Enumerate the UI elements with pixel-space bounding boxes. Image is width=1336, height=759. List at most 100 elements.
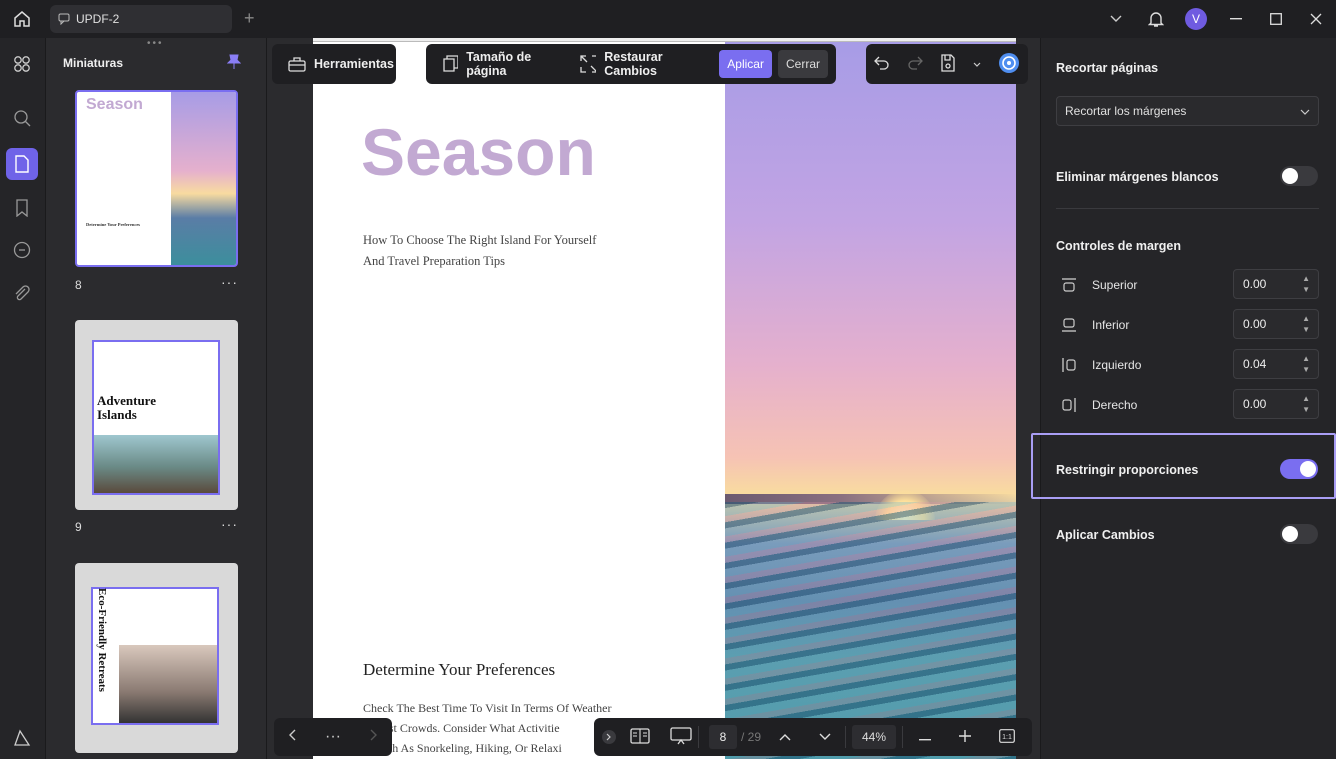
document-page: Season How To Choose The Right Island Fo…: [313, 42, 1016, 759]
undo-icon[interactable]: [874, 56, 890, 73]
home-icon[interactable]: [0, 0, 44, 38]
comment-icon: [58, 13, 70, 25]
page-nav: ···: [274, 718, 392, 756]
margin-bottom-input[interactable]: 0.00 ▲ ▼: [1233, 309, 1319, 339]
bookmark-icon[interactable]: [6, 192, 38, 224]
thumbnail-page-10[interactable]: Eco-Friendly Retreats: [75, 563, 238, 753]
svg-text:1:1: 1:1: [1002, 734, 1012, 741]
page-size-icon: [443, 55, 459, 72]
thumbnail-title: Eco-Friendly Retreats: [96, 588, 108, 692]
divider: [1056, 208, 1319, 209]
save-icon[interactable]: [940, 53, 956, 75]
tab-title: UPDF-2: [76, 12, 120, 26]
document-viewer: Season How To Choose The Right Island Fo…: [268, 38, 1039, 759]
margin-right-icon: [1056, 397, 1082, 413]
document-subtitle: How To Choose The Right Island For Yours…: [363, 230, 623, 272]
restore-icon: [580, 55, 597, 73]
close-icon[interactable]: [1296, 0, 1336, 38]
margin-row-top: Superior 0.00 ▲ ▼: [1056, 269, 1319, 300]
more-options-icon[interactable]: ···: [221, 516, 238, 532]
drag-handle[interactable]: •••: [147, 38, 164, 49]
remove-white-margins-toggle[interactable]: [1280, 166, 1318, 186]
zoom-level[interactable]: 44%: [852, 725, 897, 749]
margin-row-bottom: Inferior 0.00 ▲ ▼: [1056, 309, 1319, 340]
margin-row-right: Derecho 0.00 ▲ ▼: [1056, 389, 1319, 420]
page-up-icon[interactable]: [779, 730, 791, 744]
comment-icon[interactable]: [6, 234, 38, 266]
expand-icon[interactable]: [602, 730, 616, 744]
avatar[interactable]: V: [1176, 0, 1216, 38]
thumbnail-title: Adventure Islands: [97, 393, 156, 422]
subtitle-line: And Travel Preparation Tips: [363, 254, 506, 268]
apply-button[interactable]: Aplicar: [719, 50, 772, 78]
zoom-in-icon[interactable]: [959, 729, 972, 745]
constrain-proportions-label: Restringir proporciones: [1056, 463, 1199, 477]
left-toolbar: [0, 38, 46, 759]
title-bar: UPDF-2 + V: [0, 0, 1336, 38]
bell-icon[interactable]: [1136, 0, 1176, 38]
presentation-icon[interactable]: [670, 726, 692, 748]
thumbnail-image: [94, 435, 218, 493]
pin-icon[interactable]: [226, 54, 242, 75]
thumbnail-heading: Determine Your Preferences: [86, 222, 141, 227]
crop-mode-value: Recortar los márgenes: [1065, 104, 1187, 118]
ai-assistant-icon[interactable]: [998, 52, 1020, 77]
apply-changes-label: Aplicar Cambios: [1056, 528, 1155, 542]
redo-icon[interactable]: [907, 56, 923, 73]
constrain-proportions-toggle[interactable]: [1280, 459, 1318, 479]
remove-white-margins-label: Eliminar márgenes blancos: [1056, 170, 1219, 184]
page-layout-icon[interactable]: [630, 727, 650, 747]
thumbnails-panel: ••• Miniaturas Season Determine Your Pre…: [47, 38, 267, 759]
crop-toolbar: Tamaño de página Restaurar Cambios Aplic…: [426, 44, 836, 84]
margin-top-input[interactable]: 0.00 ▲ ▼: [1233, 269, 1319, 299]
margin-left-input[interactable]: 0.04 ▲ ▼: [1233, 349, 1319, 379]
thumbnails-title: Miniaturas: [63, 56, 124, 70]
page-size-button[interactable]: Tamaño de página: [434, 50, 572, 78]
attachment-icon[interactable]: [6, 278, 38, 310]
more-options-icon[interactable]: ···: [221, 274, 238, 290]
maximize-icon[interactable]: [1256, 0, 1296, 38]
tools-label: Herramientas: [314, 57, 394, 71]
chevron-down-icon: [1300, 104, 1310, 118]
document-title: Season: [361, 115, 596, 189]
next-icon[interactable]: [370, 728, 378, 746]
margin-row-left: Izquierdo 0.04 ▲ ▼: [1056, 349, 1319, 380]
pages-icon[interactable]: [6, 148, 38, 180]
thumbnail-page-8[interactable]: Season Determine Your Preferences: [75, 90, 238, 267]
page-number-input[interactable]: 8: [709, 725, 737, 749]
document-tab[interactable]: UPDF-2: [50, 5, 232, 33]
zoom-out-icon[interactable]: [919, 730, 932, 744]
edit-toolbar: [866, 44, 1028, 84]
document-heading: Determine Your Preferences: [363, 660, 556, 679]
sidebar-toggle-icon[interactable]: [6, 722, 38, 754]
margin-right-input[interactable]: 0.00 ▲ ▼: [1233, 389, 1319, 419]
margin-left-icon: [1056, 357, 1082, 373]
toolbox-icon: [288, 57, 306, 72]
search-icon[interactable]: [6, 102, 38, 134]
new-tab-button[interactable]: +: [244, 9, 255, 27]
grid-icon[interactable]: [6, 48, 38, 80]
margin-controls-title: Controles de margen: [1056, 239, 1182, 253]
close-button[interactable]: Cerrar: [777, 50, 828, 78]
thumbnail-image: [171, 92, 236, 265]
tools-button[interactable]: Herramientas: [272, 44, 396, 84]
crop-settings-panel: Recortar páginas Recortar los márgenes E…: [1031, 38, 1336, 759]
thumbnail-page-number: 8: [75, 278, 82, 292]
document-image: [725, 42, 1016, 759]
page-down-icon[interactable]: [819, 730, 831, 744]
apply-changes-toggle[interactable]: [1280, 524, 1318, 544]
previous-icon[interactable]: [288, 728, 296, 746]
subtitle-line: How To Choose The Right Island For Yours…: [363, 233, 597, 247]
thumbnail-image: [119, 645, 217, 723]
chevron-down-icon[interactable]: [1096, 0, 1136, 38]
restore-changes-button[interactable]: Restaurar Cambios: [572, 50, 715, 78]
minimize-icon[interactable]: [1216, 0, 1256, 38]
body-line: Check The Best Time To Visit In Terms Of…: [363, 701, 612, 715]
more-icon[interactable]: ···: [325, 728, 341, 746]
thumbnail-page-9[interactable]: Adventure Islands: [75, 320, 238, 510]
actual-size-icon[interactable]: 1:1: [999, 728, 1015, 746]
crop-mode-select[interactable]: Recortar los márgenes: [1056, 96, 1319, 126]
chevron-down-icon[interactable]: [973, 57, 981, 71]
view-controls: 8 / 29 44% 1:1: [594, 718, 1032, 756]
thumbnail-page-number: 9: [75, 520, 82, 534]
